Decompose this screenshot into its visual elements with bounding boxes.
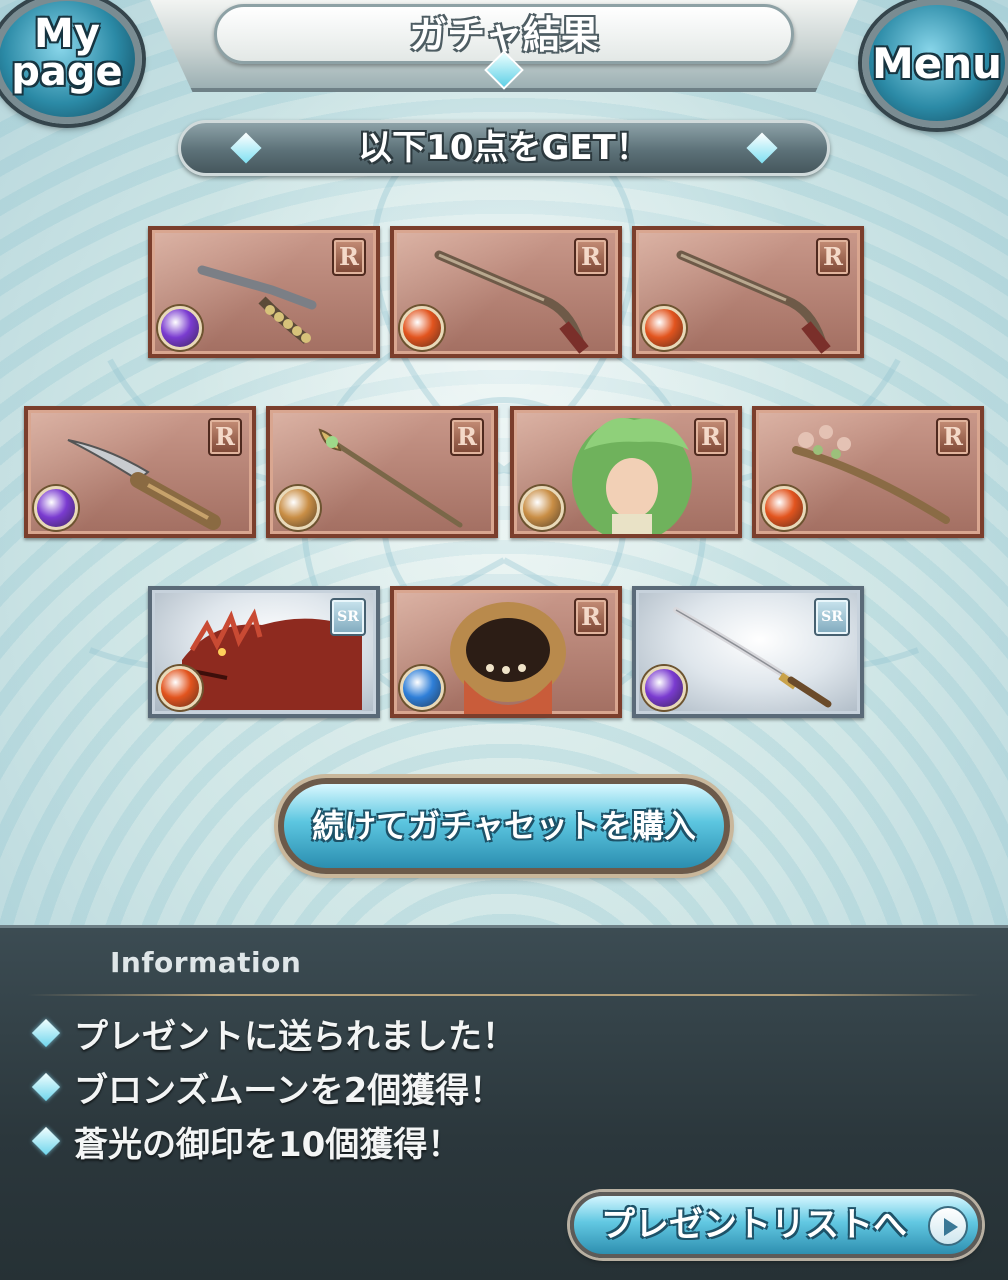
menu-button[interactable]: Menu <box>862 0 1008 128</box>
result-item-card[interactable]: R <box>632 226 864 358</box>
rarity-badge: SR <box>330 598 366 636</box>
result-item-card[interactable]: R <box>752 406 984 538</box>
rarity-badge: R <box>450 418 484 456</box>
play-arrow-icon <box>928 1206 968 1246</box>
info-message: プレゼントに送られました！ <box>31 1008 516 1058</box>
dark-element-icon <box>158 306 202 350</box>
information-panel: Information プレゼントに送られました！ ブロンズムーンを2個獲得！ … <box>0 925 1008 1280</box>
result-item-card[interactable]: R <box>24 406 256 538</box>
info-message: 蒼光の御印を10個獲得！ <box>31 1116 462 1166</box>
info-message-text: ブロンズムーンを2個獲得！ <box>74 1070 504 1111</box>
diamond-bullet-icon <box>31 1126 61 1156</box>
my-page-label-line2: page <box>11 49 123 95</box>
present-list-button[interactable]: プレゼントリストへ <box>570 1192 982 1258</box>
rarity-badge: R <box>694 418 728 456</box>
earth-element-icon <box>520 486 564 530</box>
diamond-bullet-icon <box>31 1018 61 1048</box>
earth-element-icon <box>276 486 320 530</box>
fire-element-icon <box>762 486 806 530</box>
result-item-card[interactable]: SR <box>148 586 380 718</box>
dark-element-icon <box>34 486 78 530</box>
result-item-card[interactable]: R <box>148 226 380 358</box>
rarity-badge: SR <box>814 598 850 636</box>
fire-element-icon <box>400 306 444 350</box>
result-item-card[interactable]: R <box>390 586 622 718</box>
get-banner-text: 以下10点をGET！ <box>358 128 650 168</box>
rarity-badge: R <box>936 418 970 456</box>
continue-gacha-label: 続けてガチャセットを購入 <box>312 807 696 845</box>
rarity-badge: R <box>574 238 608 276</box>
present-list-label: プレゼントリストへ <box>601 1205 907 1245</box>
fire-element-icon <box>642 306 686 350</box>
info-message: ブロンズムーンを2個獲得！ <box>31 1062 504 1112</box>
rarity-badge: R <box>208 418 242 456</box>
water-element-icon <box>400 666 444 710</box>
dark-element-icon <box>642 666 686 710</box>
menu-label: Menu <box>871 39 1003 88</box>
result-item-card[interactable]: R <box>510 406 742 538</box>
result-item-card[interactable]: SR <box>632 586 864 718</box>
fire-element-icon <box>158 666 202 710</box>
information-divider <box>28 994 980 996</box>
rarity-badge: R <box>816 238 850 276</box>
diamond-bullet-icon <box>31 1072 61 1102</box>
get-banner: 以下10点をGET！ <box>178 120 830 176</box>
info-message-text: プレゼントに送られました！ <box>74 1016 516 1057</box>
result-item-card[interactable]: R <box>266 406 498 538</box>
rarity-badge: R <box>332 238 366 276</box>
result-item-card[interactable]: R <box>390 226 622 358</box>
rarity-badge: R <box>574 598 608 636</box>
gacha-result-stage: ガチャ結果 My page Menu 以下10点をGET！ R R R R R R R SR R… <box>0 0 1008 925</box>
continue-gacha-button[interactable]: 続けてガチャセットを購入 <box>278 778 730 874</box>
information-title: Information <box>110 946 302 979</box>
info-message-text: 蒼光の御印を10個獲得！ <box>74 1124 462 1165</box>
my-page-label-line1: My <box>34 11 100 57</box>
